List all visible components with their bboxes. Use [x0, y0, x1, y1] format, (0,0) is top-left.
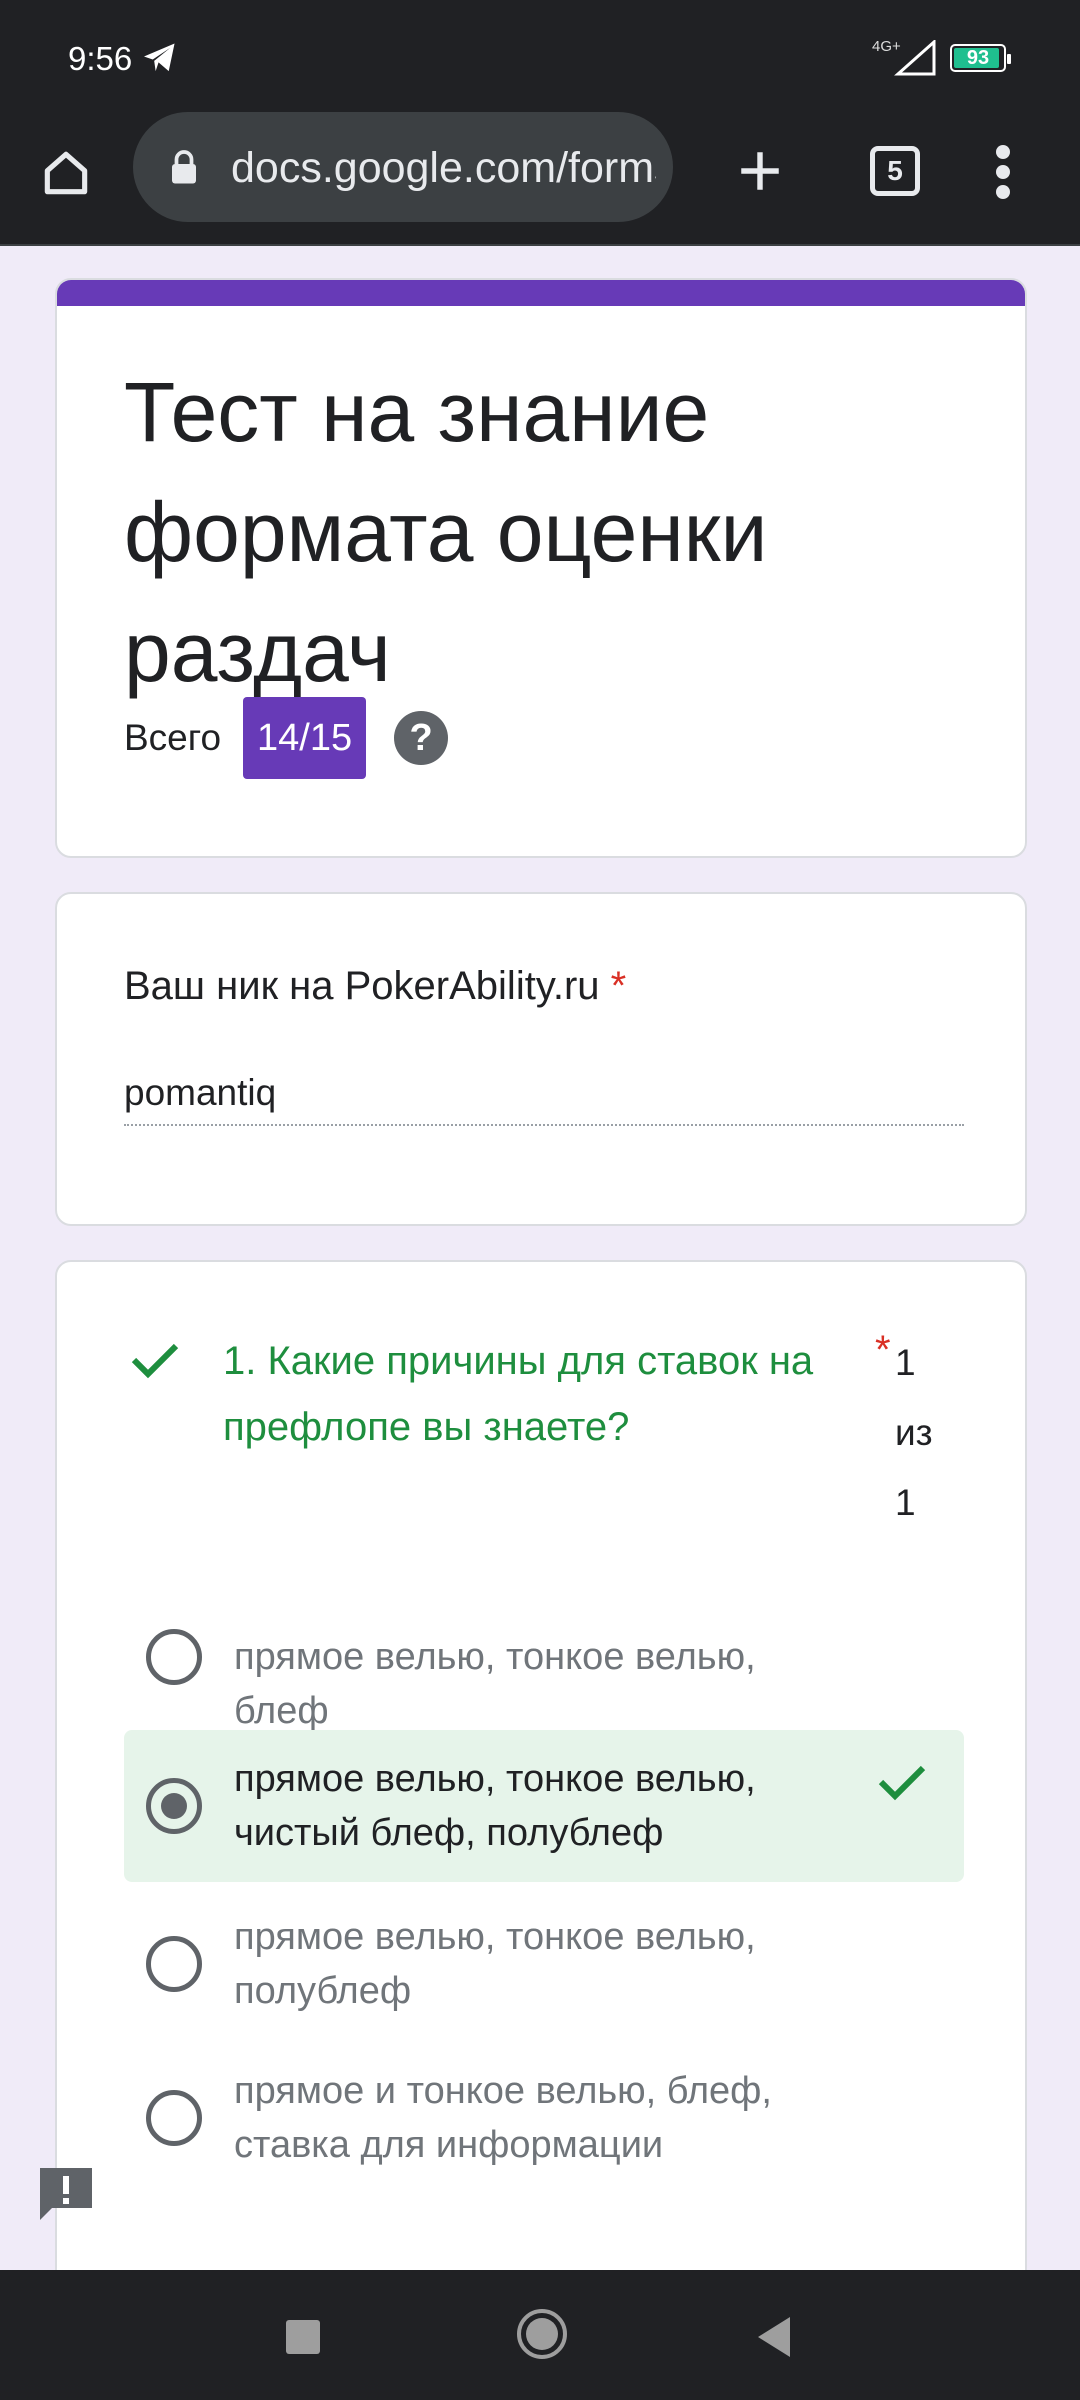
status-time: 9:56	[68, 40, 133, 77]
tab-switcher-button[interactable]: 5	[862, 138, 928, 204]
score-row: Всего 14/15 ?	[124, 697, 449, 779]
radio-button-selected[interactable]	[146, 1778, 202, 1834]
answer-option-label: прямое велью, тонкое велью, полублеф	[234, 1916, 756, 2012]
browser-toolbar: docs.google.com/forms 5	[0, 112, 1080, 246]
required-mark: *	[610, 964, 627, 1008]
browser-menu-button[interactable]	[980, 132, 1026, 212]
required-mark: *	[875, 1328, 891, 1372]
feedback-icon[interactable]	[36, 2164, 96, 2226]
status-bar: 9:56 4G+ 93	[0, 0, 1080, 112]
answer-underline	[124, 1124, 964, 1126]
url-bar[interactable]: docs.google.com/forms	[133, 112, 673, 222]
answer-option[interactable]: прямое и тонкое велью, блеф, ставка для …	[124, 2056, 964, 2176]
nick-question-label: Ваш ник на PokerAbility.ru *	[124, 964, 627, 1008]
answer-option-label: прямое велью, тонкое велью, чистый блеф,…	[234, 1758, 756, 1854]
answer-option-label: прямое велью, тонкое велью, блеф	[234, 1636, 756, 1732]
home-icon	[44, 151, 88, 195]
help-icon[interactable]: ?	[394, 711, 449, 765]
answer-option[interactable]: прямое велью, тонкое велью, полублеф	[124, 1902, 964, 2022]
radio-selected-dot	[161, 1793, 187, 1819]
nav-home-button[interactable]	[514, 2306, 570, 2362]
question-1-card: 1. Какие причины для ставок на префлопе …	[55, 1260, 1027, 2300]
signal-icon	[894, 40, 936, 76]
form-title: Тест на знание формата оценки раздач	[124, 365, 768, 699]
plus-icon	[741, 152, 779, 190]
tabs-icon: 5	[870, 146, 920, 196]
question-1-text: 1. Какие причины для ставок на префлопе …	[223, 1339, 814, 1449]
form-accent-bar	[57, 280, 1025, 306]
answer-option[interactable]: прямое велью, тонкое велью, блеф	[124, 1622, 964, 1732]
recents-button[interactable]	[286, 2320, 320, 2354]
correct-check-icon	[878, 1765, 926, 1801]
telegram-icon	[144, 43, 175, 72]
form-header-card: Тест на знание формата оценки раздач Все…	[55, 278, 1027, 858]
system-nav-bar	[0, 2270, 1080, 2400]
lock-icon	[172, 150, 196, 184]
battery-percent: 93	[966, 47, 990, 69]
question-points: 1 из 1	[895, 1342, 933, 1523]
radio-button[interactable]	[146, 1936, 202, 1992]
back-button[interactable]	[754, 2315, 794, 2359]
answer-option-correct[interactable]: прямое велью, тонкое велью, чистый блеф,…	[124, 1730, 964, 1882]
score-label: Всего	[124, 717, 222, 758]
nick-question-card: Ваш ник на PokerAbility.ru * pomantiq	[55, 892, 1027, 1226]
radio-button[interactable]	[146, 1629, 202, 1685]
radio-button[interactable]	[146, 2090, 202, 2146]
url-text: docs.google.com/forms	[231, 144, 656, 192]
battery-icon: 93	[950, 44, 1011, 72]
more-vert-icon	[996, 145, 1010, 199]
score-badge: 14/15	[243, 697, 367, 779]
nick-answer: pomantiq	[124, 1072, 277, 1113]
answer-option-label: прямое и тонкое велью, блеф, ставка для …	[234, 2070, 772, 2166]
new-tab-button[interactable]	[720, 131, 800, 211]
home-button[interactable]	[30, 137, 102, 209]
correct-check-icon	[131, 1343, 179, 1379]
